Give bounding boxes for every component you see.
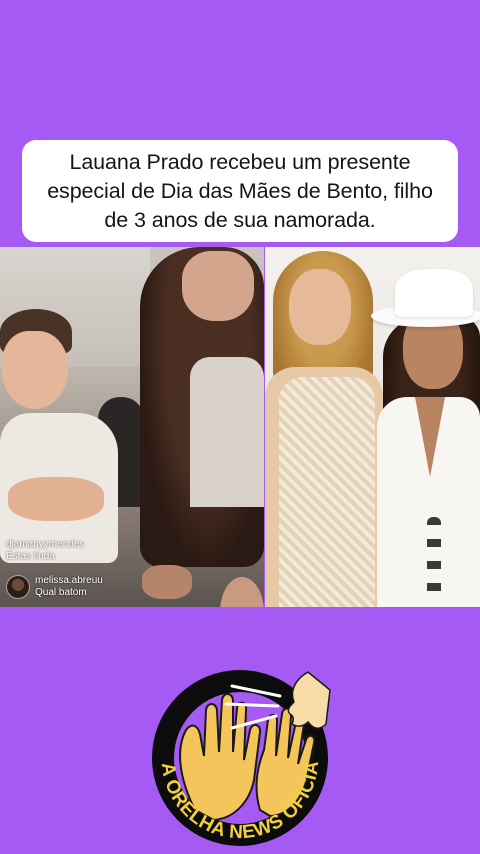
couple-photo (265, 247, 480, 607)
live-video-photo: djamanyymendes Estas linda melissa.abreu… (0, 247, 264, 607)
avatar (6, 575, 30, 599)
live-comment-1: djamanyymendes Estas linda (6, 539, 84, 563)
woman-shirt (190, 357, 264, 507)
blonde-face (289, 269, 351, 345)
white-hat-crown (395, 269, 473, 317)
live-comment-2: melissa.abreuu Qual batom (6, 575, 103, 599)
woman-face (182, 251, 254, 321)
comment-username: djamanyymendes (6, 539, 85, 550)
comment-message: Estas linda (6, 551, 55, 562)
headline-card: Lauana Prado recebeu um presente especia… (22, 140, 458, 242)
hand (142, 565, 192, 599)
blazer-buttons (427, 517, 441, 597)
headline-text: Lauana Prado recebeu um presente especia… (47, 149, 433, 232)
comment-message: Qual batom (35, 587, 87, 598)
child-hands (8, 477, 104, 521)
child-face (2, 331, 68, 409)
beaded-dress (279, 377, 375, 607)
whisper-face-icon (287, 671, 331, 729)
comment-username: melissa.abreuu (35, 575, 103, 586)
second-face (220, 577, 264, 607)
na-orelha-news-logo: NA ORELHA NEWS OFICIAL (140, 660, 331, 846)
